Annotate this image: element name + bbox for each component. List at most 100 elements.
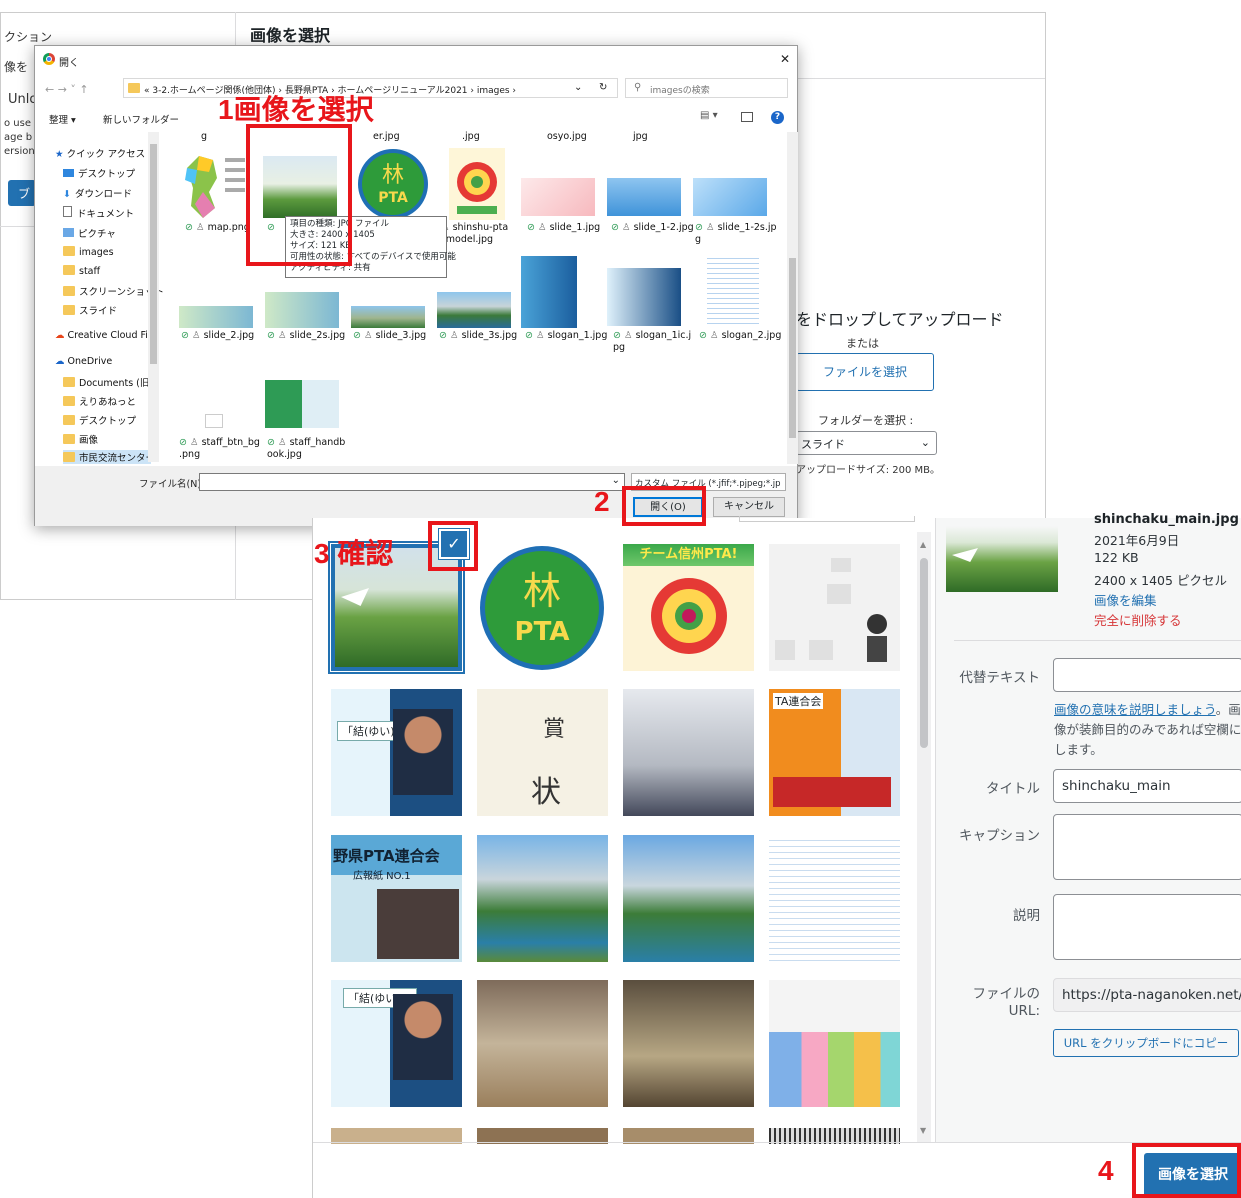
star-icon: ★ xyxy=(55,149,64,160)
new-folder-button[interactable]: 新しいフォルダー xyxy=(103,112,179,126)
file-thumb-slide3s[interactable] xyxy=(437,292,511,328)
media-item-slogan[interactable]: 「結(ゆい)」 xyxy=(331,689,462,816)
detail-size: 122 KB xyxy=(1094,550,1139,565)
media-item-meeting[interactable] xyxy=(623,689,754,816)
url-input[interactable]: https://pta-naganoken.net/ xyxy=(1053,978,1241,1012)
file-thumb-slogan1ic[interactable] xyxy=(607,268,681,326)
media-item-slogan-2[interactable]: 「結(ゆい)」 xyxy=(331,980,462,1107)
nav-slides[interactable]: スライド xyxy=(63,303,117,317)
file-thumb-slide2[interactable] xyxy=(179,306,253,328)
nav-label: Documents (旧 xyxy=(79,378,150,389)
media-item-meeting-2[interactable] xyxy=(477,980,608,1107)
nav-label: staff xyxy=(79,266,101,277)
file-name[interactable]: ⊘ ♙ slogan_1.jpg xyxy=(525,330,607,342)
cancel-button[interactable]: キャンセル xyxy=(713,497,785,517)
media-item-diagram[interactable] xyxy=(769,544,900,671)
media-item-meeting-3[interactable] xyxy=(623,980,754,1107)
close-icon[interactable]: ✕ xyxy=(780,52,790,66)
media-item-award[interactable]: 賞状 xyxy=(477,689,608,816)
folder-icon xyxy=(63,377,75,387)
file-name[interactable]: ⊘ ♙ slogan_1ic.j pg xyxy=(613,330,691,354)
media-item-newsletter[interactable]: 野県PTA連合会 広報紙 NO.1 xyxy=(331,835,462,962)
nav-scrollbar[interactable] xyxy=(148,132,159,462)
media-item-mountain-2[interactable] xyxy=(623,835,754,962)
file-thumb-staff-btn[interactable] xyxy=(205,414,223,428)
file-name[interactable]: ⊘ ♙ slide_3s.jpg xyxy=(439,330,517,342)
file-label-top: osyo.jpg xyxy=(547,131,587,142)
organize-menu[interactable]: 整理 ▾ xyxy=(49,112,76,126)
media-item-document[interactable] xyxy=(769,835,900,962)
media-item-apple[interactable]: チーム信州PTA! xyxy=(623,544,754,671)
file-thumb-map[interactable] xyxy=(179,148,251,222)
title-value: shinchaku_main xyxy=(1062,778,1171,794)
nav-quick-access[interactable]: ★ クイック アクセス xyxy=(55,146,145,160)
back-arrow-icon[interactable]: ← → ˅ ↑ xyxy=(45,83,89,96)
file-thumb-slogan2[interactable] xyxy=(707,254,759,326)
media-item-mountain[interactable] xyxy=(477,835,608,962)
grid-scrollbar[interactable]: ▲ ▼ xyxy=(917,532,931,1142)
file-thumb-slogan1[interactable] xyxy=(521,256,577,328)
title-input[interactable]: shinchaku_main xyxy=(1053,769,1241,803)
folder-select[interactable]: スライド ⌄ xyxy=(796,431,937,455)
file-thumb-slide12s[interactable] xyxy=(693,178,767,216)
toolbar-divider xyxy=(313,1142,1241,1143)
description-label: 説明 xyxy=(1013,908,1040,924)
copy-url-button[interactable]: URL をクリップボードにコピー xyxy=(1053,1029,1239,1057)
nav-creative-cloud[interactable]: ☁ Creative Cloud File xyxy=(55,330,156,341)
file-thumb-slide2s[interactable] xyxy=(265,292,339,328)
file-name[interactable]: ⊘ ♙ slogan_2.jpg xyxy=(699,330,781,342)
file-thumb-apple[interactable] xyxy=(449,148,505,220)
alt-help-link[interactable]: 画像の意味を説明しましょう xyxy=(1054,702,1216,717)
edit-image-link[interactable]: 画像を編集 xyxy=(1094,590,1157,609)
file-name[interactable]: ⊘ ♙ staff_handb ook.jpg xyxy=(267,437,345,461)
nav-areanet[interactable]: えりあねっと xyxy=(63,394,136,408)
file-thumb-slide3[interactable] xyxy=(351,306,425,328)
pictures-icon xyxy=(63,228,74,237)
nav-documents-old[interactable]: Documents (旧 xyxy=(63,375,149,389)
file-name[interactable]: ⊘ ♙ slide_2.jpg xyxy=(181,330,254,342)
refresh-icon[interactable]: ↻ xyxy=(599,82,607,93)
delete-link[interactable]: 完全に削除する xyxy=(1094,610,1182,629)
file-name[interactable]: ⊘ ♙ slide_1-2s.jp g xyxy=(695,222,777,246)
view-menu-icon[interactable]: ▤ ▾ xyxy=(700,110,718,121)
media-item-rengokai[interactable]: TA連合会 xyxy=(769,689,900,816)
file-thumb-slide1[interactable] xyxy=(521,178,595,216)
file-thumb-slide12[interactable] xyxy=(607,178,681,216)
file-name[interactable]: ⊘ ♙ map.png xyxy=(185,222,250,234)
caption-textarea[interactable] xyxy=(1053,814,1241,880)
file-name[interactable]: ⊘ ♙ slide_2s.jpg xyxy=(267,330,345,342)
media-item-table[interactable] xyxy=(769,980,900,1107)
search-box[interactable]: ⚲ imagesの検索 xyxy=(625,78,788,98)
nav-staff[interactable]: staff xyxy=(63,265,100,277)
nav-desktop-2[interactable]: デスクトップ xyxy=(63,413,136,427)
file-name[interactable]: ⊘ ♙ slide_3.jpg xyxy=(353,330,426,342)
file-name[interactable]: ⊘ ♙ slide_1.jpg xyxy=(527,222,600,234)
nav-onedrive[interactable]: ☁ OneDrive xyxy=(55,356,112,367)
filename-input[interactable]: ⌄ xyxy=(199,473,625,491)
help-icon[interactable]: ? xyxy=(771,111,784,124)
nav-documents[interactable]: ドキュメント xyxy=(63,206,134,220)
nav-desktop[interactable]: デスクトップ ✈ xyxy=(63,166,156,180)
media-item-pta[interactable]: 林 PTA xyxy=(477,544,608,671)
url-label: ファイルの URL: xyxy=(972,986,1041,1019)
file-scrollbar[interactable] xyxy=(787,132,798,464)
file-name[interactable]: ⊘ ♙ slide_1-2.jpg xyxy=(611,222,694,234)
nav-label: 市民交流センター xyxy=(79,453,156,464)
nav-civic-center[interactable]: 市民交流センター xyxy=(63,450,155,464)
chevron-down-icon[interactable]: ⌄ xyxy=(574,82,582,93)
file-name[interactable]: ⊘ ♙ staff_btn_bg .png xyxy=(179,437,260,461)
nav-images[interactable]: images xyxy=(63,246,114,258)
description-textarea[interactable] xyxy=(1053,894,1241,960)
nav-downloads[interactable]: ⬇ ダウンロード xyxy=(63,186,132,200)
side-blue-button[interactable]: ブ xyxy=(8,180,36,206)
folder-icon xyxy=(63,286,75,296)
file-thumb-pta-logo[interactable]: 林 PTA xyxy=(357,148,429,220)
file-thumb-handbook[interactable] xyxy=(265,380,339,428)
preview-pane-icon[interactable] xyxy=(741,112,753,122)
select-file-button[interactable]: ファイルを選択 xyxy=(796,353,934,391)
nav-gazo[interactable]: 画像 xyxy=(63,432,98,446)
file-name[interactable]: ♙ shinshu-pta _model.jpg xyxy=(441,222,508,246)
nav-pictures[interactable]: ピクチャ xyxy=(63,226,116,240)
alt-text-input[interactable] xyxy=(1053,658,1241,692)
nav-label: クイック アクセス xyxy=(66,149,146,160)
